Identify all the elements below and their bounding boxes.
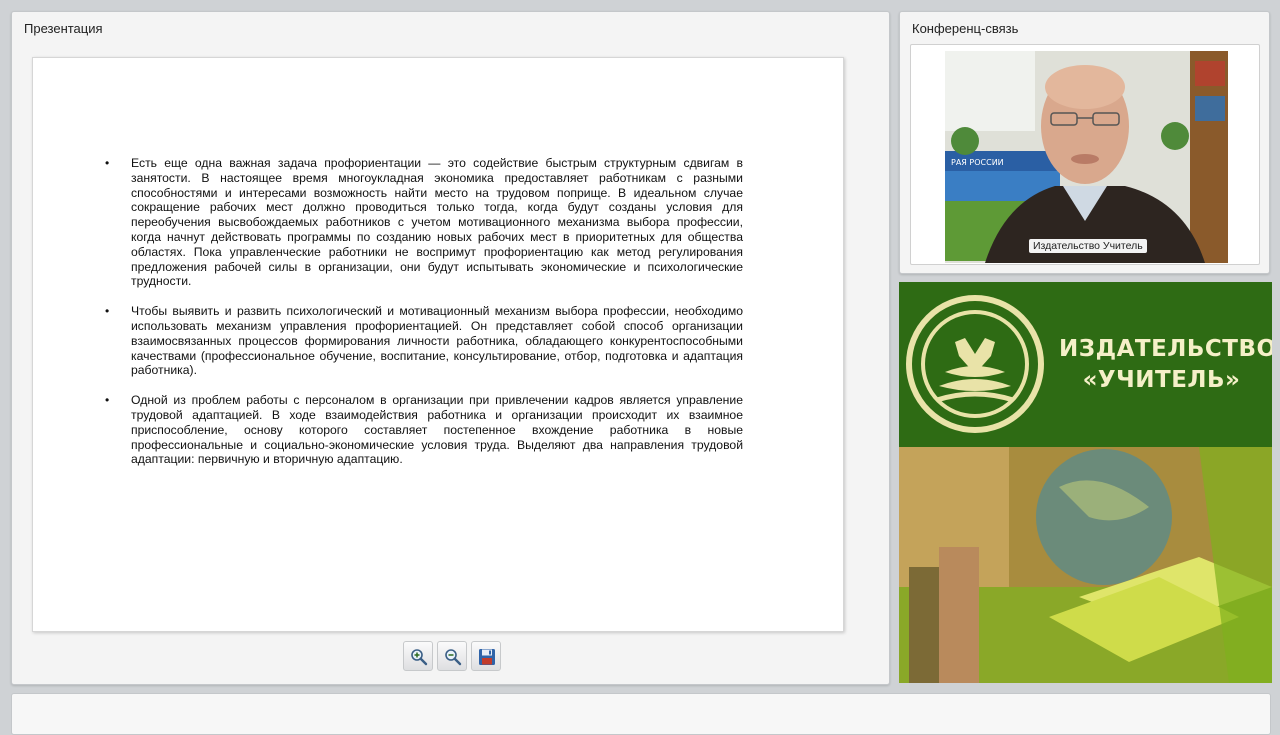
zoom-in-icon <box>411 649 428 666</box>
bullet-text: Чтобы выявить и развить психологический … <box>131 304 743 378</box>
bullet-marker: • <box>105 393 110 408</box>
zoom-in-button[interactable] <box>403 641 433 671</box>
bullet-marker: • <box>105 156 110 170</box>
slide-bullet: • Чтобы выявить и развить психологически… <box>105 304 743 378</box>
video-frame: РАЯ РОССИИ Издательство Учитель <box>910 44 1260 265</box>
slide-bullet: • Есть еще одна важная задача профориент… <box>105 156 743 289</box>
participant-label: Издательство Учитель <box>1029 239 1147 253</box>
zoom-out-button[interactable] <box>437 641 467 671</box>
conference-title: Конференц-связь <box>912 21 1019 36</box>
presentation-title: Презентация <box>24 21 103 36</box>
conference-panel: Конференц-связь РАЯ РОССИИ Издательство … <box>899 11 1270 274</box>
banner-header: ИЗДАТЕЛЬСТВО «УЧИТЕЛЬ» <box>899 282 1272 447</box>
zoom-out-icon <box>445 649 462 666</box>
bullet-text: Одной из проблем работы с персоналом в о… <box>131 393 743 467</box>
presentation-slide: • Есть еще одна важная задача профориент… <box>32 57 844 632</box>
save-button[interactable] <box>471 641 501 671</box>
publisher-logo-icon <box>906 295 1044 433</box>
poster-text: РАЯ РОССИИ <box>951 158 1004 167</box>
bottom-panel <box>11 693 1271 735</box>
publisher-banner: ИЗДАТЕЛЬСТВО «УЧИТЕЛЬ» <box>899 282 1272 683</box>
bullet-marker: • <box>105 304 110 319</box>
banner-line1: ИЗДАТЕЛЬСТВО <box>1059 336 1272 362</box>
banner-line2: «УЧИТЕЛЬ» <box>1082 367 1241 393</box>
books-globe-image <box>899 447 1272 683</box>
floppy-disk-icon <box>479 649 495 665</box>
speaker-image: РАЯ РОССИИ <box>945 51 1228 263</box>
slide-bullet-list: • Есть еще одна важная задача профориент… <box>105 156 743 482</box>
slide-bullet: • Одной из проблем работы с персоналом в… <box>105 393 743 467</box>
presentation-panel: Презентация • Есть еще одна важная задач… <box>11 11 890 685</box>
banner-photo <box>899 447 1272 683</box>
bullet-text: Есть еще одна важная задача профориентац… <box>131 156 743 289</box>
webcam-video[interactable]: РАЯ РОССИИ Издательство Учитель <box>945 51 1228 263</box>
